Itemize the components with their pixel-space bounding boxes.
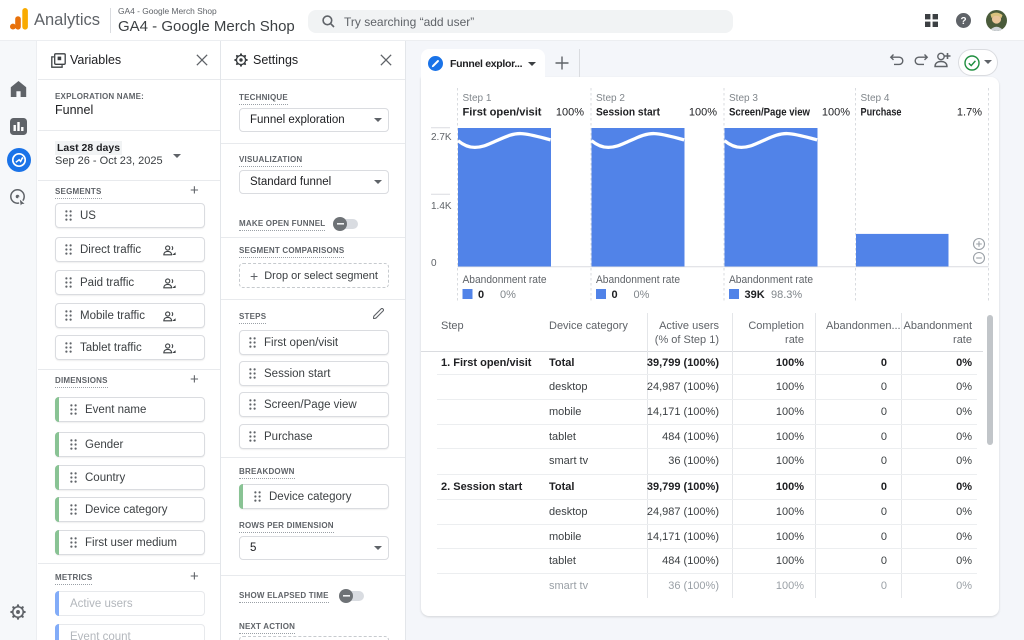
svg-text:Step 2: Step 2: [596, 93, 625, 104]
svg-text:100%: 100%: [822, 107, 850, 119]
svg-text:100%: 100%: [556, 107, 584, 119]
svg-text:2.7K: 2.7K: [431, 132, 452, 143]
svg-text:Step 4: Step 4: [861, 93, 890, 104]
svg-text:Step 3: Step 3: [729, 93, 758, 104]
svg-text:Abandonment rate: Abandonment rate: [729, 274, 813, 286]
svg-text:0: 0: [478, 289, 484, 301]
svg-text:Purchase: Purchase: [861, 107, 902, 119]
svg-text:0: 0: [612, 289, 618, 301]
svg-text:Abandonment rate: Abandonment rate: [596, 274, 680, 286]
svg-text:100%: 100%: [689, 107, 717, 119]
svg-text:1.7%: 1.7%: [957, 107, 982, 119]
svg-text:98.3%: 98.3%: [771, 289, 802, 301]
svg-text:0: 0: [431, 258, 437, 269]
svg-text:0%: 0%: [634, 289, 650, 301]
svg-text:?: ?: [960, 16, 966, 27]
svg-text:Session start: Session start: [596, 107, 660, 119]
svg-text:Step 1: Step 1: [463, 93, 492, 104]
svg-text:First open/visit: First open/visit: [463, 107, 542, 119]
svg-text:Abandonment rate: Abandonment rate: [463, 274, 547, 286]
svg-text:39K: 39K: [745, 289, 765, 301]
svg-text:0%: 0%: [500, 289, 516, 301]
svg-text:Screen/Page view: Screen/Page view: [729, 107, 810, 119]
svg-text:1.4K: 1.4K: [431, 201, 452, 212]
